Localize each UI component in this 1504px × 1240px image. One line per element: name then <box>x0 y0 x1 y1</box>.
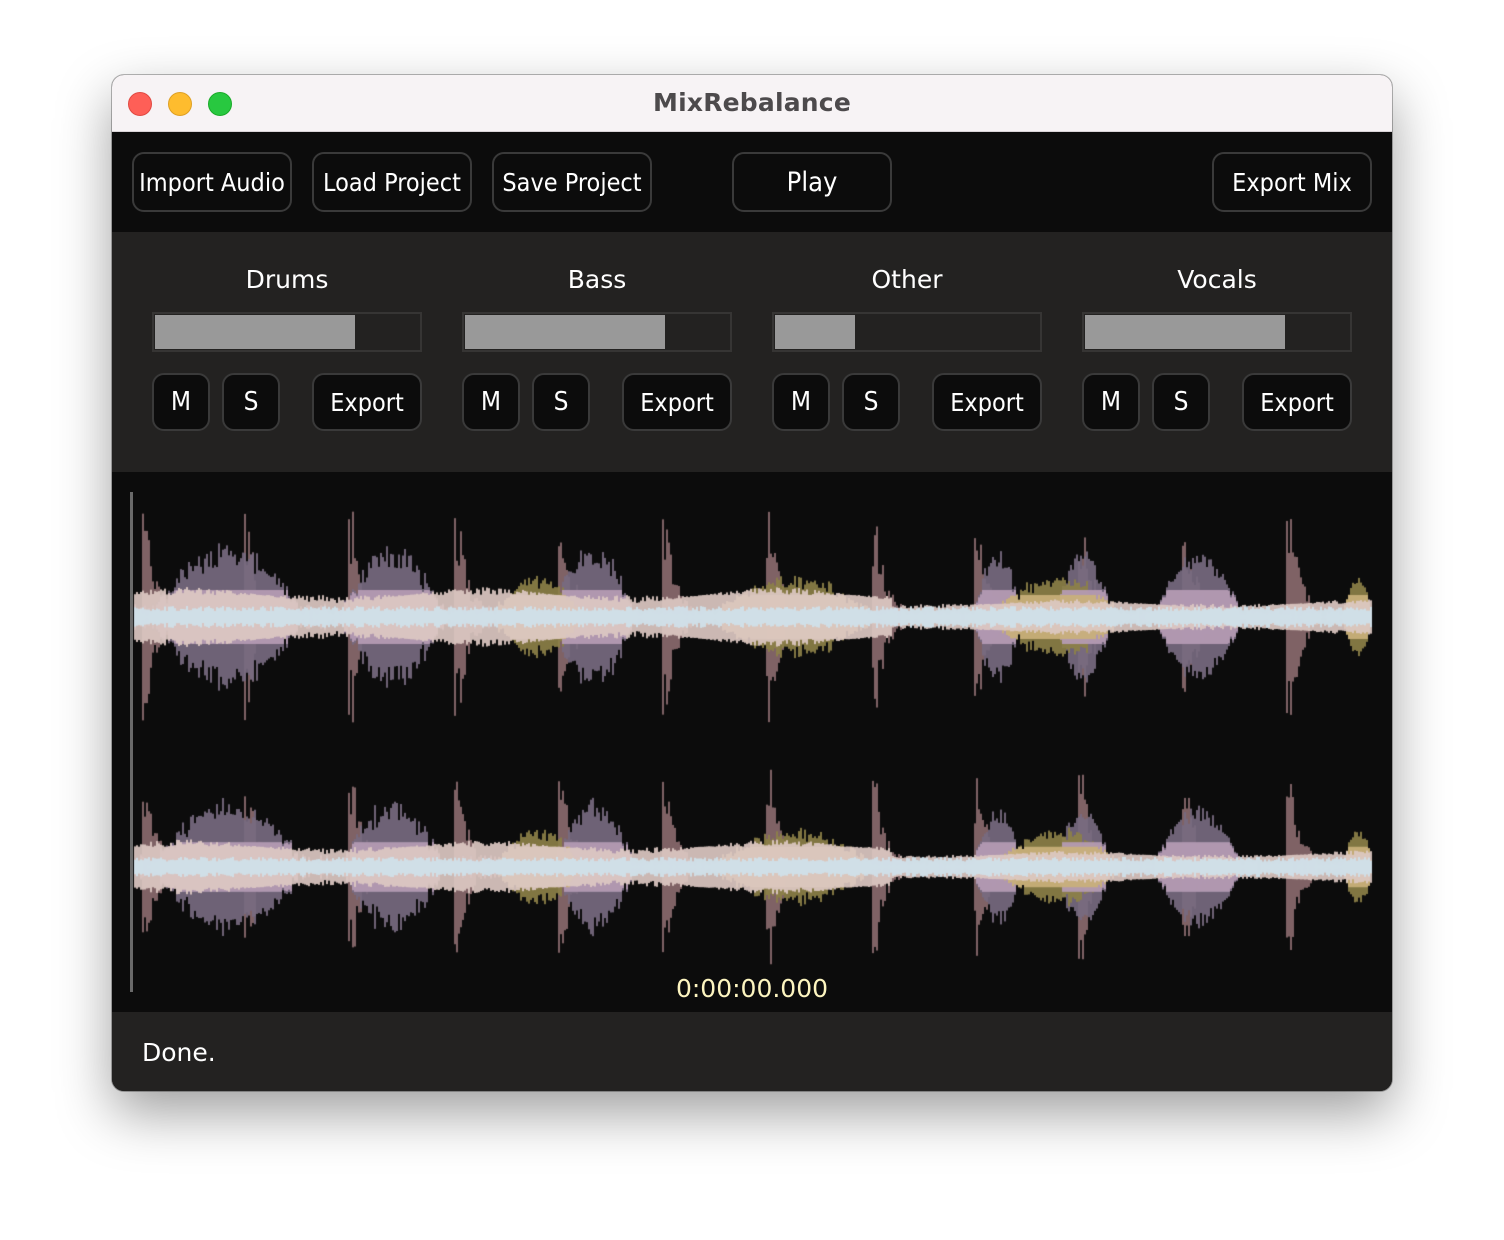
window-title: MixRebalance <box>653 88 851 117</box>
toolbar: Import Audio Load Project Save Project P… <box>112 132 1392 232</box>
export-stem-button-bass[interactable]: Export <box>622 373 732 431</box>
status-bar: Done. <box>112 1012 1392 1091</box>
gain-slider-vocals[interactable] <box>1082 312 1352 352</box>
app-window: MixRebalance Import Audio Load Project S… <box>112 75 1392 1091</box>
solo-button-bass[interactable]: S <box>532 373 590 431</box>
solo-button-other[interactable]: S <box>842 373 900 431</box>
stem-name: Drums <box>245 265 329 294</box>
stem-mixer: Drums M S Export Bass M S Export Other M… <box>112 232 1392 472</box>
mute-button-drums[interactable]: M <box>152 373 210 431</box>
playhead-cursor[interactable] <box>130 492 133 992</box>
mute-button-other[interactable]: M <box>772 373 830 431</box>
status-message: Done. <box>142 1038 216 1067</box>
timecode-display: 0:00:00.000 <box>675 974 829 1003</box>
gain-slider-drums[interactable] <box>152 312 422 352</box>
solo-button-vocals[interactable]: S <box>1152 373 1210 431</box>
export-mix-button[interactable]: Export Mix <box>1212 152 1372 212</box>
play-button[interactable]: Play <box>732 152 892 212</box>
stem-name: Other <box>871 265 943 294</box>
waveform-canvas[interactable] <box>112 472 1392 1012</box>
stem-channel-drums: Drums M S Export <box>152 232 422 472</box>
stem-channel-vocals: Vocals M S Export <box>1082 232 1352 472</box>
stem-channel-bass: Bass M S Export <box>462 232 732 472</box>
save-project-button[interactable]: Save Project <box>492 152 652 212</box>
gain-slider-fill <box>1085 315 1285 349</box>
export-stem-button-drums[interactable]: Export <box>312 373 422 431</box>
solo-button-drums[interactable]: S <box>222 373 280 431</box>
gain-slider-fill <box>465 315 665 349</box>
stem-name: Bass <box>567 265 627 294</box>
export-stem-button-other[interactable]: Export <box>932 373 1042 431</box>
mute-button-bass[interactable]: M <box>462 373 520 431</box>
gain-slider-bass[interactable] <box>462 312 732 352</box>
gain-slider-fill <box>775 315 855 349</box>
waveform-view[interactable]: 0:00:00.000 <box>112 472 1392 1012</box>
title-bar: MixRebalance <box>112 75 1392 132</box>
stem-name: Vocals <box>1177 265 1257 294</box>
export-stem-button-vocals[interactable]: Export <box>1242 373 1352 431</box>
load-project-button[interactable]: Load Project <box>312 152 472 212</box>
gain-slider-fill <box>155 315 355 349</box>
import-audio-button[interactable]: Import Audio <box>132 152 292 212</box>
gain-slider-other[interactable] <box>772 312 1042 352</box>
mute-button-vocals[interactable]: M <box>1082 373 1140 431</box>
stem-channel-other: Other M S Export <box>772 232 1042 472</box>
